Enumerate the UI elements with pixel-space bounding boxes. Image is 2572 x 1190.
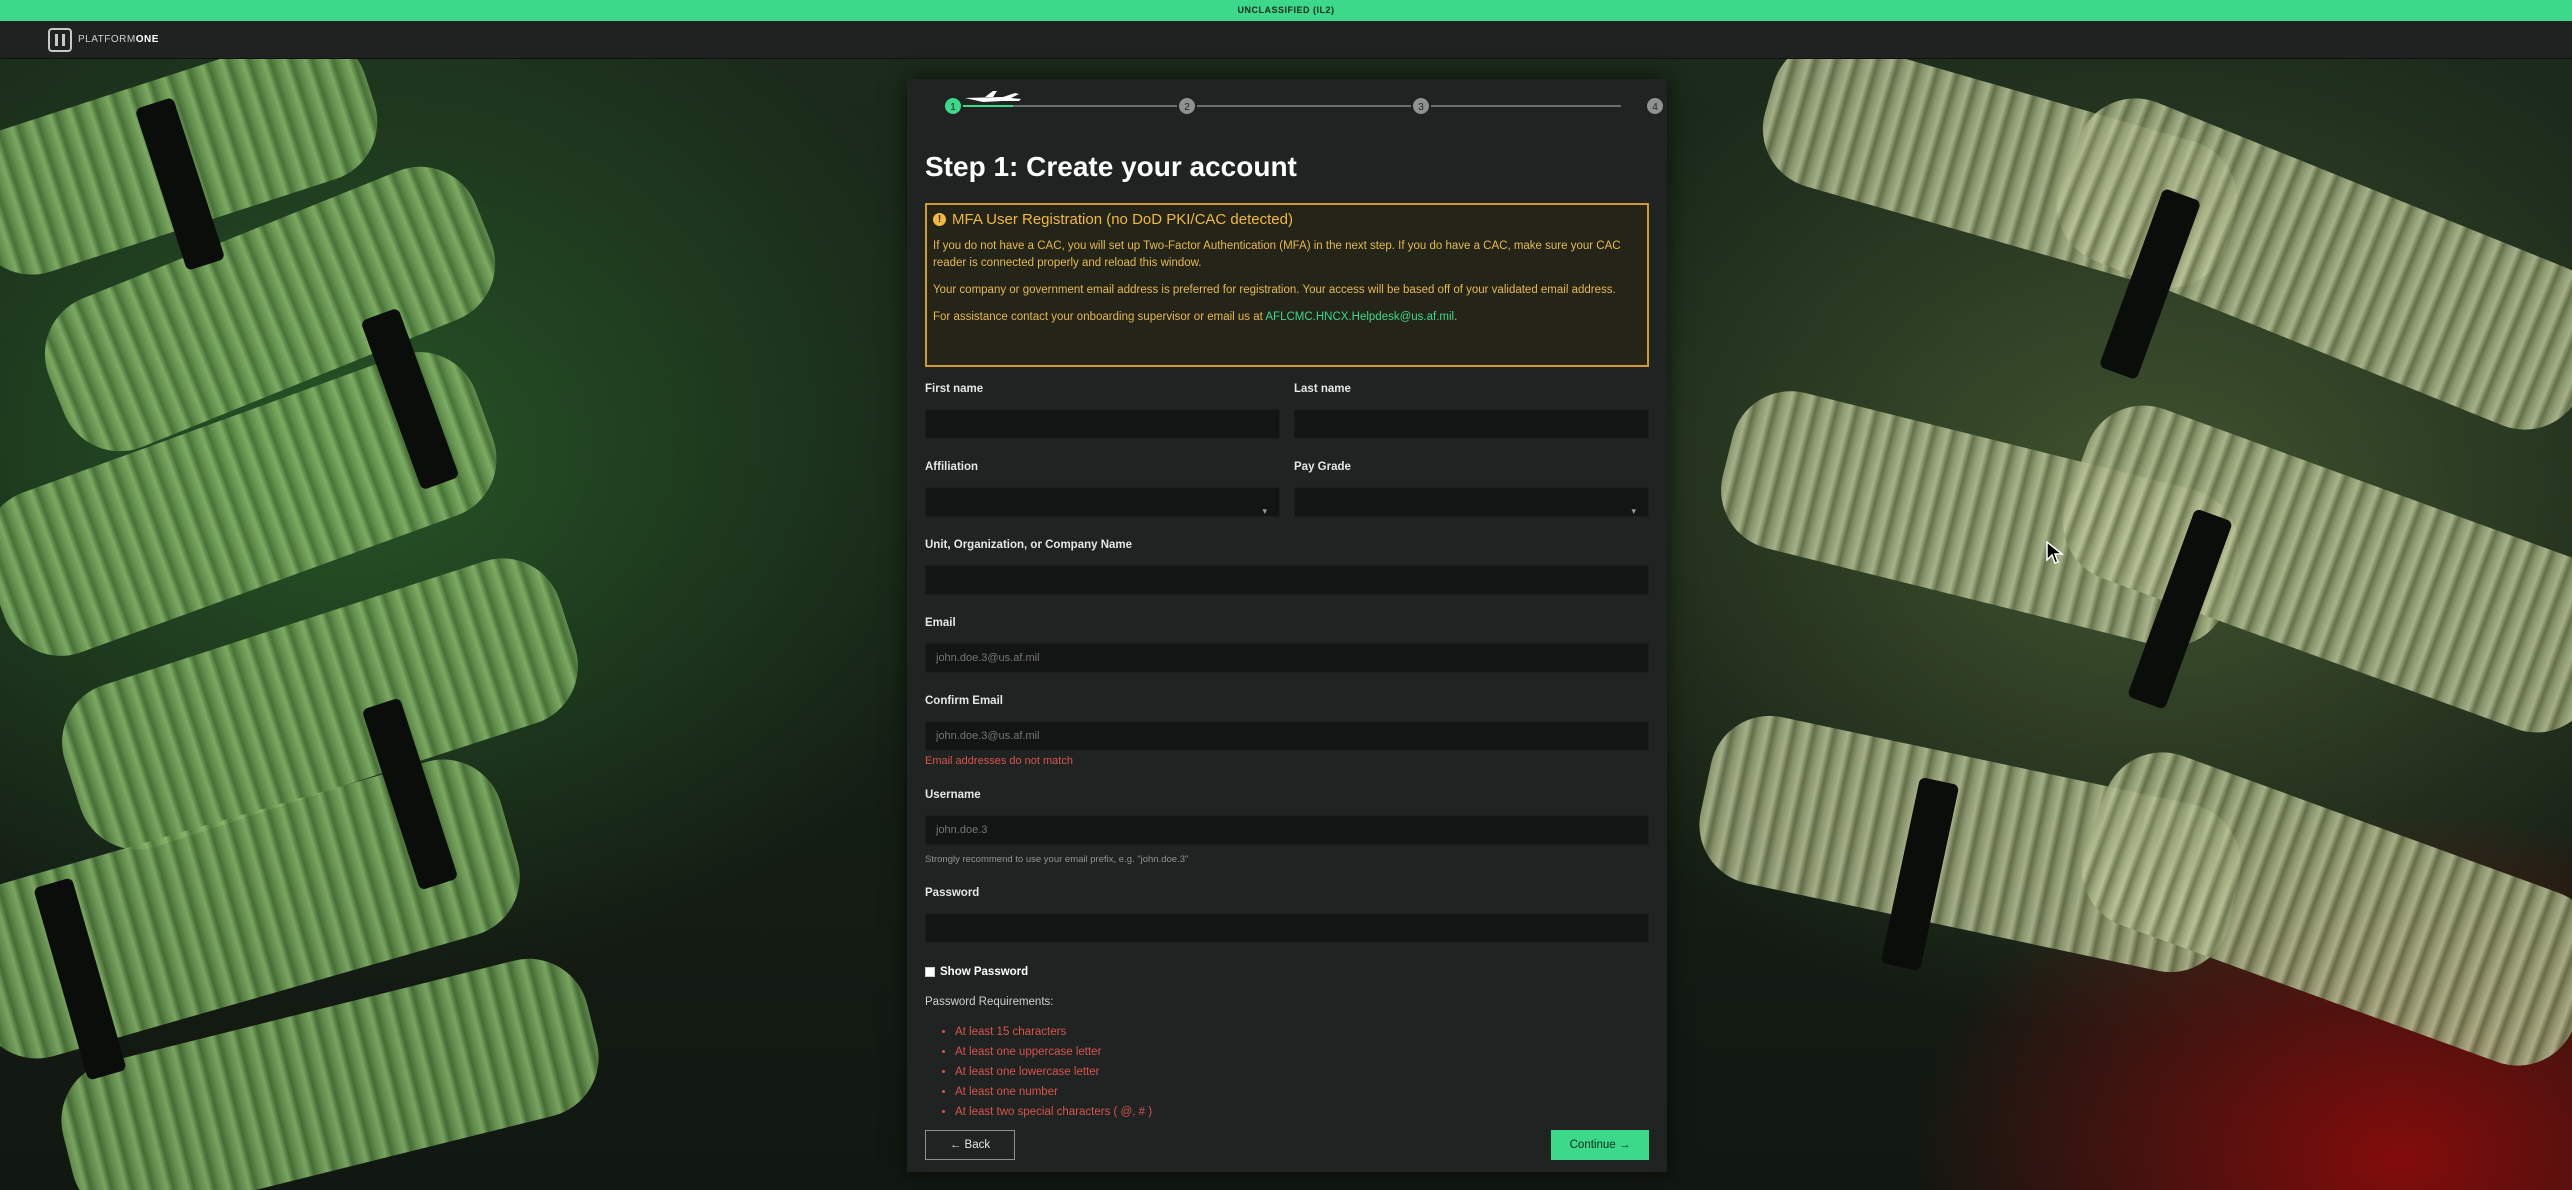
stepper-track	[953, 105, 1621, 107]
requirement-item: At least one number	[955, 1082, 1649, 1102]
chevron-down-icon: ▾	[1262, 506, 1267, 516]
alert-paragraph-cac: If you do not have a CAC, you will set u…	[933, 240, 1621, 269]
progress-stepper: 1 2 3 4	[925, 79, 1665, 145]
affiliation-select[interactable]: ▾	[925, 487, 1280, 517]
email-label: Email	[925, 617, 956, 629]
requirement-item: At least 15 characters	[955, 1022, 1649, 1042]
step-3-dot: 3	[1411, 96, 1431, 116]
mouse-pointer-icon	[2046, 541, 2064, 564]
email-input[interactable]	[925, 643, 1649, 673]
step-2-dot: 2	[1177, 96, 1197, 116]
password-label: Password	[925, 887, 980, 899]
logo-text: PLATFORMONE	[78, 34, 159, 45]
confirm-email-error: Email addresses do not match	[925, 755, 1073, 767]
password-requirements-list: At least 15 characters At least one uppe…	[925, 1022, 1649, 1122]
alert-heading: MFA User Registration (no DoD PKI/CAC de…	[952, 211, 1293, 228]
affiliation-label: Affiliation	[925, 461, 979, 473]
helpdesk-email-link[interactable]: AFLCMC.HNCX.Helpdesk@us.af.mil	[1265, 311, 1454, 323]
confirm-email-label: Confirm Email	[925, 695, 1003, 707]
back-button[interactable]: ← Back	[925, 1130, 1015, 1160]
airplane-icon	[965, 91, 1021, 102]
mfa-info-alert: ! MFA User Registration (no DoD PKI/CAC …	[925, 203, 1649, 367]
show-password-toggle[interactable]: Show Password	[925, 966, 1649, 978]
alert-paragraph-email: Your company or government email address…	[933, 284, 1616, 296]
continue-button[interactable]: Continue →	[1551, 1130, 1649, 1160]
first-name-input[interactable]	[925, 409, 1280, 439]
show-password-label: Show Password	[940, 966, 1029, 978]
platform-one-logo-icon	[48, 27, 72, 52]
unit-input[interactable]	[925, 565, 1649, 595]
alert-paragraph-assistance: For assistance contact your onboarding s…	[933, 311, 1458, 323]
requirement-item: At least one uppercase letter	[955, 1042, 1649, 1062]
platform-one-logo[interactable]: PLATFORMONE	[48, 27, 159, 52]
step-1-dot: 1	[943, 96, 963, 116]
classification-banner: UNCLASSIFIED (IL2)	[0, 0, 2572, 21]
chevron-down-icon: ▾	[1631, 506, 1636, 516]
top-app-bar: PLATFORMONE	[0, 21, 2572, 59]
password-input[interactable]	[925, 913, 1649, 943]
username-label: Username	[925, 789, 981, 801]
requirement-item: At least two special characters ( @, # )	[955, 1102, 1649, 1122]
requirement-item: At least one lowercase letter	[955, 1062, 1649, 1082]
unit-label: Unit, Organization, or Company Name	[925, 539, 1133, 551]
pay-grade-label: Pay Grade	[1294, 461, 1351, 473]
exclamation-circle-icon: !	[933, 213, 946, 226]
password-requirements-title: Password Requirements:	[925, 996, 1054, 1008]
first-name-label: First name	[925, 383, 984, 395]
last-name-label: Last name	[1294, 383, 1351, 395]
confirm-email-input[interactable]	[925, 721, 1649, 751]
step-4-dot: 4	[1645, 96, 1665, 116]
last-name-input[interactable]	[1294, 409, 1649, 439]
username-input[interactable]	[925, 815, 1649, 845]
page-title: Step 1: Create your account	[925, 151, 1297, 182]
show-password-checkbox[interactable]	[925, 967, 935, 977]
pay-grade-select[interactable]: ▾	[1294, 487, 1649, 517]
username-hint: Strongly recommend to use your email pre…	[925, 854, 1189, 865]
registration-card: 1 2 3 4 Step 1: Create your account ! MF…	[907, 79, 1667, 1172]
